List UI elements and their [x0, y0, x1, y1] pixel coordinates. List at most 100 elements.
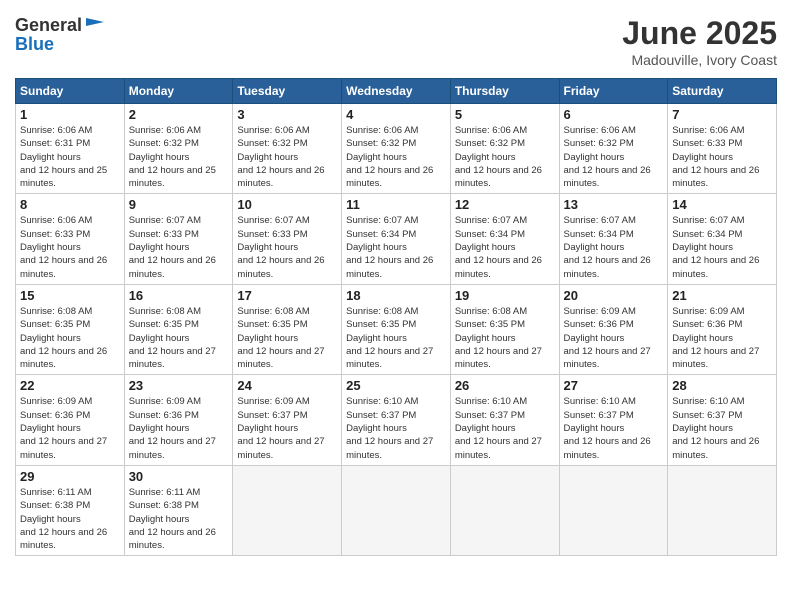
calendar-day-cell: 29 Sunrise: 6:11 AM Sunset: 6:38 PM Dayl… — [16, 465, 125, 555]
day-info: Sunrise: 6:08 AM Sunset: 6:35 PM Dayligh… — [455, 305, 555, 371]
day-number: 26 — [455, 378, 555, 393]
day-info: Sunrise: 6:06 AM Sunset: 6:32 PM Dayligh… — [129, 124, 229, 190]
day-number: 21 — [672, 288, 772, 303]
calendar-day-cell: 3 Sunrise: 6:06 AM Sunset: 6:32 PM Dayli… — [233, 104, 342, 194]
day-info: Sunrise: 6:07 AM Sunset: 6:33 PM Dayligh… — [129, 214, 229, 280]
calendar-week-row: 8 Sunrise: 6:06 AM Sunset: 6:33 PM Dayli… — [16, 194, 777, 284]
logo-blue-text: Blue — [15, 34, 106, 55]
calendar-day-cell: 20 Sunrise: 6:09 AM Sunset: 6:36 PM Dayl… — [559, 284, 668, 374]
day-info: Sunrise: 6:07 AM Sunset: 6:34 PM Dayligh… — [564, 214, 664, 280]
day-info: Sunrise: 6:08 AM Sunset: 6:35 PM Dayligh… — [237, 305, 337, 371]
day-info: Sunrise: 6:09 AM Sunset: 6:36 PM Dayligh… — [564, 305, 664, 371]
day-number: 14 — [672, 197, 772, 212]
header: General Blue June 2025 Madouville, Ivory… — [15, 15, 777, 68]
calendar-day-cell: 13 Sunrise: 6:07 AM Sunset: 6:34 PM Dayl… — [559, 194, 668, 284]
day-number: 12 — [455, 197, 555, 212]
calendar-day-cell: 21 Sunrise: 6:09 AM Sunset: 6:36 PM Dayl… — [668, 284, 777, 374]
calendar-table: SundayMondayTuesdayWednesdayThursdayFrid… — [15, 78, 777, 556]
calendar-header-thursday: Thursday — [450, 79, 559, 104]
day-info: Sunrise: 6:06 AM Sunset: 6:31 PM Dayligh… — [20, 124, 120, 190]
day-number: 2 — [129, 107, 229, 122]
day-info: Sunrise: 6:10 AM Sunset: 6:37 PM Dayligh… — [455, 395, 555, 461]
day-info: Sunrise: 6:07 AM Sunset: 6:34 PM Dayligh… — [672, 214, 772, 280]
logo-general-text: General — [15, 15, 82, 36]
day-info: Sunrise: 6:06 AM Sunset: 6:33 PM Dayligh… — [672, 124, 772, 190]
calendar-day-cell — [233, 465, 342, 555]
title-block: June 2025 Madouville, Ivory Coast — [622, 15, 777, 68]
day-number: 19 — [455, 288, 555, 303]
day-info: Sunrise: 6:07 AM Sunset: 6:33 PM Dayligh… — [237, 214, 337, 280]
day-number: 7 — [672, 107, 772, 122]
calendar-day-cell: 12 Sunrise: 6:07 AM Sunset: 6:34 PM Dayl… — [450, 194, 559, 284]
calendar-day-cell — [450, 465, 559, 555]
day-info: Sunrise: 6:08 AM Sunset: 6:35 PM Dayligh… — [20, 305, 120, 371]
day-number: 11 — [346, 197, 446, 212]
day-info: Sunrise: 6:11 AM Sunset: 6:38 PM Dayligh… — [20, 486, 120, 552]
location-title: Madouville, Ivory Coast — [622, 52, 777, 68]
calendar-day-cell — [342, 465, 451, 555]
calendar-day-cell: 24 Sunrise: 6:09 AM Sunset: 6:37 PM Dayl… — [233, 375, 342, 465]
day-info: Sunrise: 6:06 AM Sunset: 6:32 PM Dayligh… — [564, 124, 664, 190]
logo: General Blue — [15, 15, 106, 55]
day-info: Sunrise: 6:11 AM Sunset: 6:38 PM Dayligh… — [129, 486, 229, 552]
day-info: Sunrise: 6:08 AM Sunset: 6:35 PM Dayligh… — [346, 305, 446, 371]
calendar-day-cell: 4 Sunrise: 6:06 AM Sunset: 6:32 PM Dayli… — [342, 104, 451, 194]
calendar-day-cell: 17 Sunrise: 6:08 AM Sunset: 6:35 PM Dayl… — [233, 284, 342, 374]
calendar-day-cell: 14 Sunrise: 6:07 AM Sunset: 6:34 PM Dayl… — [668, 194, 777, 284]
calendar-day-cell: 8 Sunrise: 6:06 AM Sunset: 6:33 PM Dayli… — [16, 194, 125, 284]
calendar-header-saturday: Saturday — [668, 79, 777, 104]
calendar-header-sunday: Sunday — [16, 79, 125, 104]
day-number: 29 — [20, 469, 120, 484]
day-info: Sunrise: 6:09 AM Sunset: 6:37 PM Dayligh… — [237, 395, 337, 461]
calendar-week-row: 1 Sunrise: 6:06 AM Sunset: 6:31 PM Dayli… — [16, 104, 777, 194]
day-number: 24 — [237, 378, 337, 393]
calendar-day-cell: 19 Sunrise: 6:08 AM Sunset: 6:35 PM Dayl… — [450, 284, 559, 374]
day-number: 28 — [672, 378, 772, 393]
day-info: Sunrise: 6:08 AM Sunset: 6:35 PM Dayligh… — [129, 305, 229, 371]
day-number: 5 — [455, 107, 555, 122]
month-title: June 2025 — [622, 15, 777, 52]
logo-flag-icon — [84, 16, 106, 34]
day-info: Sunrise: 6:06 AM Sunset: 6:32 PM Dayligh… — [237, 124, 337, 190]
calendar-header-friday: Friday — [559, 79, 668, 104]
day-info: Sunrise: 6:09 AM Sunset: 6:36 PM Dayligh… — [20, 395, 120, 461]
calendar-header-wednesday: Wednesday — [342, 79, 451, 104]
day-number: 10 — [237, 197, 337, 212]
calendar-week-row: 29 Sunrise: 6:11 AM Sunset: 6:38 PM Dayl… — [16, 465, 777, 555]
day-number: 13 — [564, 197, 664, 212]
day-number: 17 — [237, 288, 337, 303]
day-number: 16 — [129, 288, 229, 303]
day-number: 6 — [564, 107, 664, 122]
calendar-week-row: 15 Sunrise: 6:08 AM Sunset: 6:35 PM Dayl… — [16, 284, 777, 374]
calendar-week-row: 22 Sunrise: 6:09 AM Sunset: 6:36 PM Dayl… — [16, 375, 777, 465]
day-number: 30 — [129, 469, 229, 484]
calendar-day-cell: 10 Sunrise: 6:07 AM Sunset: 6:33 PM Dayl… — [233, 194, 342, 284]
calendar-day-cell: 18 Sunrise: 6:08 AM Sunset: 6:35 PM Dayl… — [342, 284, 451, 374]
day-number: 8 — [20, 197, 120, 212]
calendar-day-cell: 6 Sunrise: 6:06 AM Sunset: 6:32 PM Dayli… — [559, 104, 668, 194]
day-number: 20 — [564, 288, 664, 303]
day-info: Sunrise: 6:06 AM Sunset: 6:33 PM Dayligh… — [20, 214, 120, 280]
calendar-day-cell — [559, 465, 668, 555]
day-info: Sunrise: 6:10 AM Sunset: 6:37 PM Dayligh… — [564, 395, 664, 461]
day-info: Sunrise: 6:10 AM Sunset: 6:37 PM Dayligh… — [672, 395, 772, 461]
day-number: 18 — [346, 288, 446, 303]
page: General Blue June 2025 Madouville, Ivory… — [0, 0, 792, 612]
calendar-day-cell: 16 Sunrise: 6:08 AM Sunset: 6:35 PM Dayl… — [124, 284, 233, 374]
day-number: 4 — [346, 107, 446, 122]
calendar-day-cell: 9 Sunrise: 6:07 AM Sunset: 6:33 PM Dayli… — [124, 194, 233, 284]
calendar-day-cell: 11 Sunrise: 6:07 AM Sunset: 6:34 PM Dayl… — [342, 194, 451, 284]
day-info: Sunrise: 6:07 AM Sunset: 6:34 PM Dayligh… — [455, 214, 555, 280]
calendar-day-cell: 15 Sunrise: 6:08 AM Sunset: 6:35 PM Dayl… — [16, 284, 125, 374]
calendar-header-row: SundayMondayTuesdayWednesdayThursdayFrid… — [16, 79, 777, 104]
day-info: Sunrise: 6:09 AM Sunset: 6:36 PM Dayligh… — [129, 395, 229, 461]
day-number: 22 — [20, 378, 120, 393]
day-info: Sunrise: 6:06 AM Sunset: 6:32 PM Dayligh… — [346, 124, 446, 190]
day-number: 25 — [346, 378, 446, 393]
day-info: Sunrise: 6:09 AM Sunset: 6:36 PM Dayligh… — [672, 305, 772, 371]
day-number: 23 — [129, 378, 229, 393]
calendar-day-cell: 22 Sunrise: 6:09 AM Sunset: 6:36 PM Dayl… — [16, 375, 125, 465]
calendar-day-cell: 25 Sunrise: 6:10 AM Sunset: 6:37 PM Dayl… — [342, 375, 451, 465]
day-number: 1 — [20, 107, 120, 122]
calendar-day-cell: 30 Sunrise: 6:11 AM Sunset: 6:38 PM Dayl… — [124, 465, 233, 555]
